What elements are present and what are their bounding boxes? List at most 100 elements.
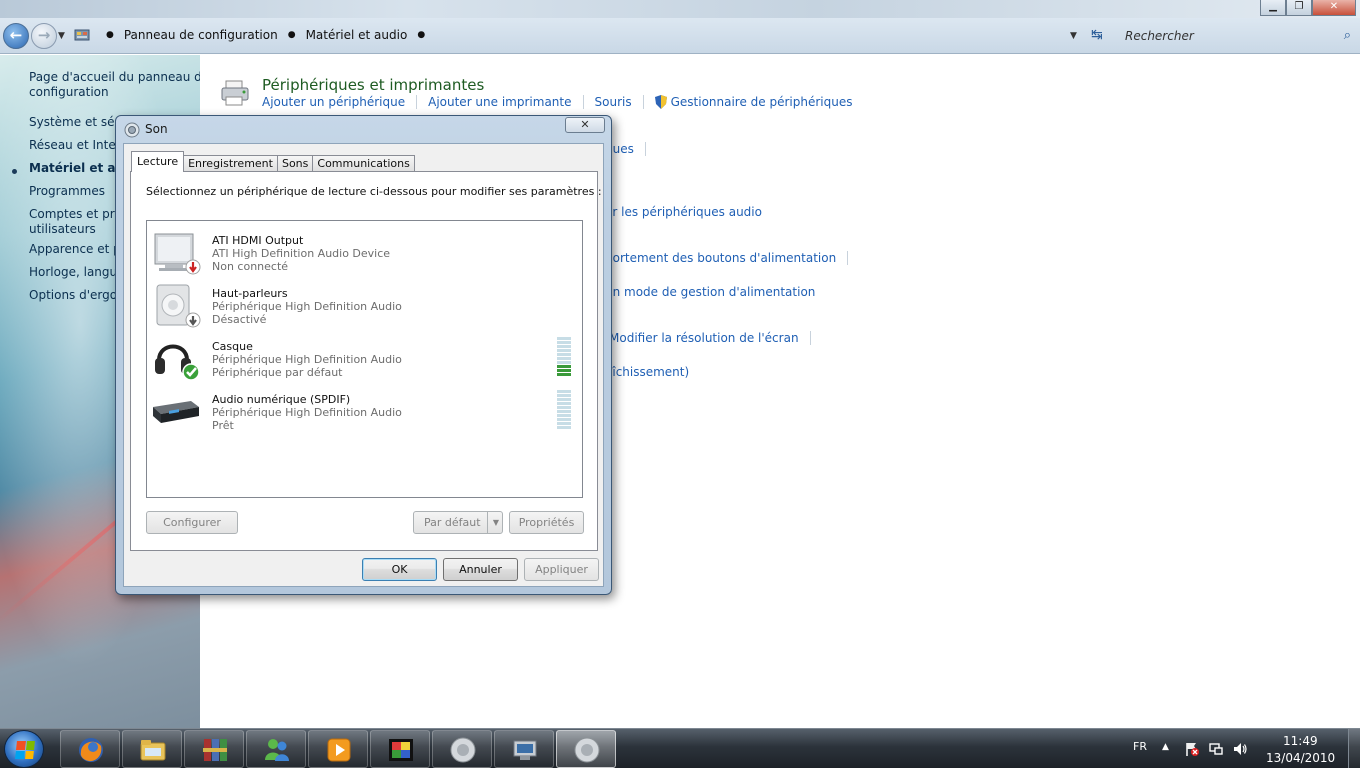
device-status: Désactivé [212, 313, 267, 326]
chevron-right-icon[interactable]: ● [106, 30, 114, 40]
device-name: Haut-parleurs [212, 287, 288, 300]
back-button[interactable]: ← [3, 23, 29, 49]
tab-playback[interactable]: Lecture [131, 151, 185, 172]
network-icon[interactable] [1208, 741, 1224, 757]
meter-segment [557, 369, 571, 372]
taskbar-item-media-player[interactable] [308, 730, 368, 768]
taskbar-item-winrar[interactable] [184, 730, 244, 768]
configure-button[interactable]: Configurer [146, 511, 238, 534]
devices-printers-heading[interactable]: Périphériques et imprimantes [262, 76, 484, 94]
add-printer-link[interactable]: Ajouter une imprimante [428, 95, 571, 109]
volume-meter [557, 390, 571, 429]
cancel-button[interactable]: Annuler [443, 558, 518, 581]
meter-segment [557, 353, 571, 356]
window-titlebar[interactable]: ▁ ❐ ✕ [0, 0, 1360, 18]
breadcrumb-item-hardware-audio[interactable]: Matériel et audio [306, 28, 408, 42]
device-list-item[interactable]: Casque Périphérique High Definition Audi… [150, 332, 578, 384]
meter-segment [557, 365, 571, 368]
volume-meter [557, 337, 571, 376]
taskbar-item-explorer[interactable] [122, 730, 182, 768]
chevron-right-icon[interactable]: ● [417, 30, 425, 40]
search-input[interactable] [1115, 26, 1355, 46]
language-indicator[interactable]: FR [1133, 740, 1147, 753]
start-button[interactable] [4, 730, 44, 768]
device-list-item[interactable]: Haut-parleurs Périphérique High Definiti… [150, 279, 578, 331]
explorer-icon [140, 740, 166, 761]
close-button[interactable]: ✕ [1312, 0, 1356, 16]
search-icon[interactable]: ⌕ [1344, 28, 1351, 43]
chevron-down-icon[interactable]: ▼ [493, 512, 499, 533]
meter-segment [557, 398, 571, 401]
sidebar-item-label: utilisateurs [29, 222, 96, 236]
breadcrumb-item-control-panel[interactable]: Panneau de configuration [124, 28, 278, 42]
sidebar-item-programs[interactable]: Programmes [29, 184, 105, 199]
show-hidden-icons-icon[interactable]: ▲ [1162, 742, 1169, 752]
speaker-icon [124, 122, 140, 138]
properties-button[interactable]: Propriétés [509, 511, 584, 534]
dialog-close-button[interactable]: ✕ [565, 117, 605, 133]
sidebar-item-home[interactable]: Page d'accueil du panneau de configurati… [29, 70, 200, 100]
show-desktop-button[interactable] [1348, 729, 1360, 768]
link-divider [582, 95, 584, 109]
clock-time[interactable]: 11:49 [1283, 734, 1318, 748]
sidebar-item-clock-language[interactable]: Horloge, langue [29, 265, 125, 280]
media-player-icon [327, 738, 351, 762]
playback-device-list[interactable]: ATI HDMI Output ATI High Definition Audi… [146, 220, 583, 498]
taskbar-item-firefox[interactable] [60, 730, 120, 768]
meter-segment [557, 414, 571, 417]
minimize-button[interactable]: ▁ [1260, 0, 1286, 16]
tab-recording[interactable]: Enregistrement [183, 155, 278, 172]
mouse-link[interactable]: Souris [595, 95, 632, 109]
forward-button[interactable]: → [31, 23, 57, 49]
sound-icon [574, 737, 600, 763]
device-list-item[interactable]: ATI HDMI Output ATI High Definition Audi… [150, 226, 578, 278]
firefox-icon [79, 738, 103, 762]
partial-link-row: un mode de gestion d'alimentation [605, 285, 815, 299]
clock-date[interactable]: 13/04/2010 [1266, 751, 1335, 765]
tab-communications[interactable]: Communications [312, 155, 415, 172]
device-status: Périphérique par défaut [212, 366, 343, 379]
tab-sounds[interactable]: Sons [276, 155, 314, 172]
control-panel-icon [74, 29, 90, 41]
change-resolution-link[interactable]: Modifier la résolution de l'écran [609, 331, 799, 345]
recent-pages-dropdown-icon[interactable]: ▼ [58, 31, 65, 41]
meter-segment [557, 418, 571, 421]
sidebar-item-user-accounts[interactable]: Comptes et prot utilisateurs [29, 207, 126, 237]
taskbar-item-photo-viewer[interactable] [370, 730, 430, 768]
taskbar-item-control-panel[interactable] [494, 730, 554, 768]
ok-button[interactable]: OK [362, 558, 437, 581]
volume-icon[interactable] [1232, 741, 1248, 757]
sidebar-item-appearance[interactable]: Apparence et pe [29, 242, 128, 257]
device-name: Audio numérique (SPDIF) [212, 393, 351, 406]
device-description: Périphérique High Definition Audio [212, 353, 402, 366]
partial-link-row: er les périphériques audio [605, 205, 762, 219]
refresh-icon[interactable]: ↹ [1091, 27, 1103, 43]
sidebar-item-system-security[interactable]: Système et sécu [29, 115, 129, 130]
link-divider [416, 95, 418, 109]
set-default-button[interactable]: Par défaut ▼ [413, 511, 503, 534]
sidebar-item-ease-of-access[interactable]: Options d'ergon [29, 288, 125, 303]
chevron-right-icon[interactable]: ● [288, 30, 296, 40]
meter-segment [557, 410, 571, 413]
action-center-flag-icon[interactable] [1184, 741, 1200, 757]
device-manager-link[interactable]: Gestionnaire de périphériques [671, 95, 853, 109]
power-plan-link[interactable]: un mode de gestion d'alimentation [605, 285, 815, 299]
manage-audio-devices-link[interactable]: er les périphériques audio [605, 205, 762, 219]
power-buttons-link[interactable]: portement des boutons d'alimentation [605, 251, 836, 265]
device-list-item[interactable]: Audio numérique (SPDIF) Périphérique Hig… [150, 385, 578, 437]
partial-link-row: portement des boutons d'alimentation [605, 251, 859, 265]
apply-button[interactable]: Appliquer [524, 558, 599, 581]
taskbar-item-messenger[interactable] [246, 730, 306, 768]
windows-logo-icon [15, 741, 35, 759]
add-device-link[interactable]: Ajouter un périphérique [262, 95, 405, 109]
meter-segment [557, 422, 571, 425]
tab-panel-playback: Sélectionnez un périphérique de lecture … [130, 171, 602, 551]
uac-shield-icon [654, 95, 667, 109]
maximize-button[interactable]: ❐ [1286, 0, 1312, 16]
taskbar-item-sound[interactable] [432, 730, 492, 768]
address-dropdown-icon[interactable]: ▼ [1070, 31, 1077, 41]
refresh-rate-link[interactable]: aîchissement) [605, 365, 689, 379]
taskbar: FR ▲ 11:49 13/04/2010 [0, 728, 1360, 768]
device-status: Prêt [212, 419, 234, 432]
taskbar-item-sound-dialog[interactable] [556, 730, 616, 768]
